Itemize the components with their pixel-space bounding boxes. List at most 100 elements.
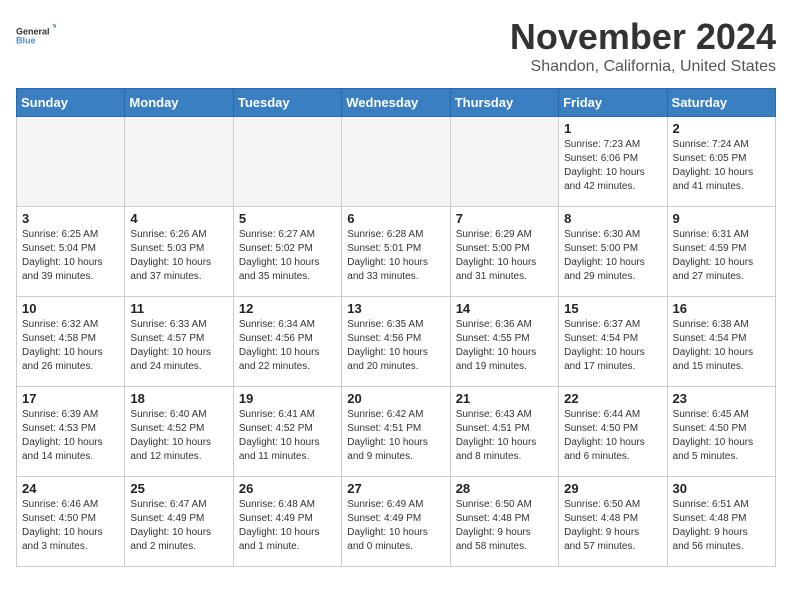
day-number: 24 — [22, 481, 119, 496]
calendar-cell: 27 Sunrise: 6:49 AM Sunset: 4:49 PM Dayli… — [342, 477, 450, 567]
day-info: Sunrise: 6:27 AM Sunset: 5:02 PM Dayligh… — [239, 228, 336, 284]
calendar-cell: 25 Sunrise: 6:47 AM Sunset: 4:49 PM Dayli… — [125, 477, 233, 567]
day-info: Sunrise: 6:26 AM Sunset: 5:03 PM Dayligh… — [130, 228, 227, 284]
day-number: 7 — [456, 211, 553, 226]
calendar-cell — [342, 117, 450, 207]
day-number: 22 — [564, 391, 661, 406]
day-number: 25 — [130, 481, 227, 496]
calendar-cell: 30 Sunrise: 6:51 AM Sunset: 4:48 PM Dayli… — [667, 477, 775, 567]
calendar-cell: 21 Sunrise: 6:43 AM Sunset: 4:51 PM Dayli… — [450, 387, 558, 477]
calendar-cell: 12 Sunrise: 6:34 AM Sunset: 4:56 PM Dayli… — [233, 297, 341, 387]
day-info: Sunrise: 6:28 AM Sunset: 5:01 PM Dayligh… — [347, 228, 444, 284]
calendar-cell: 4 Sunrise: 6:26 AM Sunset: 5:03 PM Daylig… — [125, 207, 233, 297]
day-number: 26 — [239, 481, 336, 496]
calendar-cell: 20 Sunrise: 6:42 AM Sunset: 4:51 PM Dayli… — [342, 387, 450, 477]
day-info: Sunrise: 6:50 AM Sunset: 4:48 PM Dayligh… — [456, 498, 553, 554]
calendar-cell: 13Sunrise: 6:35 AM Sunset: 4:56 PM Dayli… — [342, 297, 450, 387]
day-number: 1 — [564, 121, 661, 136]
calendar-cell: 29 Sunrise: 6:50 AM Sunset: 4:48 PM Dayli… — [559, 477, 667, 567]
day-info: Sunrise: 6:43 AM Sunset: 4:51 PM Dayligh… — [456, 408, 553, 464]
day-info: Sunrise: 6:48 AM Sunset: 4:49 PM Dayligh… — [239, 498, 336, 554]
day-number: 27 — [347, 481, 444, 496]
day-number: 16 — [673, 301, 770, 316]
day-number: 4 — [130, 211, 227, 226]
day-number: 19 — [239, 391, 336, 406]
day-number: 29 — [564, 481, 661, 496]
day-number: 8 — [564, 211, 661, 226]
calendar-cell: 19 Sunrise: 6:41 AM Sunset: 4:52 PM Dayli… — [233, 387, 341, 477]
calendar-cell: 24 Sunrise: 6:46 AM Sunset: 4:50 PM Dayli… — [17, 477, 125, 567]
day-info: Sunrise: 6:41 AM Sunset: 4:52 PM Dayligh… — [239, 408, 336, 464]
calendar-cell: 5Sunrise: 6:27 AM Sunset: 5:02 PM Daylig… — [233, 207, 341, 297]
header: General Blue November 2024 Shandon, Cali… — [16, 16, 776, 76]
calendar-cell: 6 Sunrise: 6:28 AM Sunset: 5:01 PM Daylig… — [342, 207, 450, 297]
day-info: Sunrise: 7:23 AM Sunset: 6:06 PM Dayligh… — [564, 138, 661, 194]
day-info: Sunrise: 6:47 AM Sunset: 4:49 PM Dayligh… — [130, 498, 227, 554]
calendar-cell: 14 Sunrise: 6:36 AM Sunset: 4:55 PM Dayli… — [450, 297, 558, 387]
day-info: Sunrise: 6:38 AM Sunset: 4:54 PM Dayligh… — [673, 318, 770, 374]
day-info: Sunrise: 6:32 AM Sunset: 4:58 PM Dayligh… — [22, 318, 119, 374]
day-info: Sunrise: 6:35 AM Sunset: 4:56 PM Dayligh… — [347, 318, 444, 374]
logo-svg: General Blue — [16, 16, 56, 56]
calendar-cell: 2Sunrise: 7:24 AM Sunset: 6:05 PM Daylig… — [667, 117, 775, 207]
day-info: Sunrise: 6:46 AM Sunset: 4:50 PM Dayligh… — [22, 498, 119, 554]
day-number: 9 — [673, 211, 770, 226]
calendar-cell: 8Sunrise: 6:30 AM Sunset: 5:00 PM Daylig… — [559, 207, 667, 297]
svg-text:Blue: Blue — [16, 36, 36, 46]
calendar-cell: 28 Sunrise: 6:50 AM Sunset: 4:48 PM Dayli… — [450, 477, 558, 567]
day-number: 11 — [130, 301, 227, 316]
weekday-header-sunday: Sunday — [17, 89, 125, 117]
day-info: Sunrise: 6:29 AM Sunset: 5:00 PM Dayligh… — [456, 228, 553, 284]
location-title: Shandon, California, United States — [510, 58, 776, 76]
day-info: Sunrise: 6:44 AM Sunset: 4:50 PM Dayligh… — [564, 408, 661, 464]
calendar-cell — [233, 117, 341, 207]
day-info: Sunrise: 6:40 AM Sunset: 4:52 PM Dayligh… — [130, 408, 227, 464]
day-info: Sunrise: 6:34 AM Sunset: 4:56 PM Dayligh… — [239, 318, 336, 374]
calendar-cell: 9 Sunrise: 6:31 AM Sunset: 4:59 PM Daylig… — [667, 207, 775, 297]
day-number: 12 — [239, 301, 336, 316]
calendar-cell — [17, 117, 125, 207]
weekday-header-saturday: Saturday — [667, 89, 775, 117]
day-info: Sunrise: 6:50 AM Sunset: 4:48 PM Dayligh… — [564, 498, 661, 554]
day-number: 14 — [456, 301, 553, 316]
day-number: 30 — [673, 481, 770, 496]
day-number: 21 — [456, 391, 553, 406]
calendar-cell: 22 Sunrise: 6:44 AM Sunset: 4:50 PM Dayli… — [559, 387, 667, 477]
day-number: 6 — [347, 211, 444, 226]
calendar-cell: 7 Sunrise: 6:29 AM Sunset: 5:00 PM Daylig… — [450, 207, 558, 297]
calendar-cell: 10Sunrise: 6:32 AM Sunset: 4:58 PM Dayli… — [17, 297, 125, 387]
weekday-header-wednesday: Wednesday — [342, 89, 450, 117]
day-info: Sunrise: 6:45 AM Sunset: 4:50 PM Dayligh… — [673, 408, 770, 464]
day-number: 23 — [673, 391, 770, 406]
calendar-cell: 23 Sunrise: 6:45 AM Sunset: 4:50 PM Dayli… — [667, 387, 775, 477]
svg-text:General: General — [16, 27, 50, 37]
day-info: Sunrise: 6:31 AM Sunset: 4:59 PM Dayligh… — [673, 228, 770, 284]
day-info: Sunrise: 6:25 AM Sunset: 5:04 PM Dayligh… — [22, 228, 119, 284]
day-number: 18 — [130, 391, 227, 406]
weekday-header-thursday: Thursday — [450, 89, 558, 117]
calendar-cell: 15 Sunrise: 6:37 AM Sunset: 4:54 PM Dayli… — [559, 297, 667, 387]
calendar-cell: 18 Sunrise: 6:40 AM Sunset: 4:52 PM Dayli… — [125, 387, 233, 477]
day-info: Sunrise: 6:49 AM Sunset: 4:49 PM Dayligh… — [347, 498, 444, 554]
weekday-header-friday: Friday — [559, 89, 667, 117]
day-info: Sunrise: 6:36 AM Sunset: 4:55 PM Dayligh… — [456, 318, 553, 374]
day-number: 28 — [456, 481, 553, 496]
day-info: Sunrise: 6:51 AM Sunset: 4:48 PM Dayligh… — [673, 498, 770, 554]
calendar-cell — [450, 117, 558, 207]
title-area: November 2024 Shandon, California, Unite… — [510, 16, 776, 76]
day-info: Sunrise: 6:39 AM Sunset: 4:53 PM Dayligh… — [22, 408, 119, 464]
calendar-cell: 26 Sunrise: 6:48 AM Sunset: 4:49 PM Dayli… — [233, 477, 341, 567]
calendar-cell: 17 Sunrise: 6:39 AM Sunset: 4:53 PM Dayli… — [17, 387, 125, 477]
calendar-cell: 16 Sunrise: 6:38 AM Sunset: 4:54 PM Dayli… — [667, 297, 775, 387]
day-number: 20 — [347, 391, 444, 406]
day-number: 17 — [22, 391, 119, 406]
day-number: 15 — [564, 301, 661, 316]
calendar-cell: 11Sunrise: 6:33 AM Sunset: 4:57 PM Dayli… — [125, 297, 233, 387]
day-number: 2 — [673, 121, 770, 136]
day-info: Sunrise: 6:37 AM Sunset: 4:54 PM Dayligh… — [564, 318, 661, 374]
calendar-cell: 3 Sunrise: 6:25 AM Sunset: 5:04 PM Daylig… — [17, 207, 125, 297]
day-info: Sunrise: 6:42 AM Sunset: 4:51 PM Dayligh… — [347, 408, 444, 464]
calendar-cell — [125, 117, 233, 207]
weekday-header-tuesday: Tuesday — [233, 89, 341, 117]
day-number: 3 — [22, 211, 119, 226]
